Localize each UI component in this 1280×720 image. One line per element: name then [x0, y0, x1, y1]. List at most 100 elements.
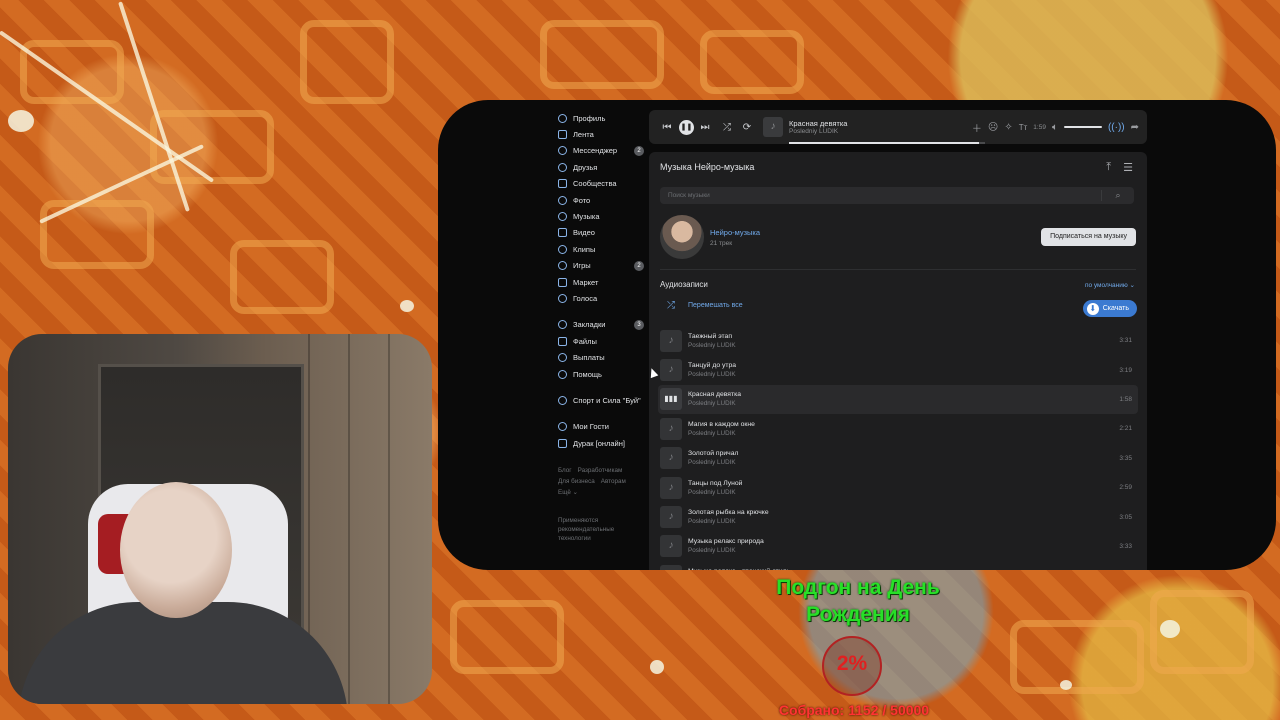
music-note-icon[interactable]: ♪	[660, 329, 682, 352]
track-title[interactable]: Танцы под Луной	[688, 480, 742, 487]
counter-badge: 2	[634, 260, 644, 271]
track-row[interactable]: ♪ Таежный этап Posledniy LUDIK 3:31	[658, 326, 1138, 355]
sidebar-item[interactable]: Выплаты	[558, 349, 644, 365]
add-icon[interactable]: ＋	[972, 120, 982, 135]
music-note-icon[interactable]: ♪	[660, 506, 682, 529]
track-artist[interactable]: Posledniy LUDIK	[688, 342, 736, 349]
sidebar-item[interactable]: Дурак [онлайн]	[558, 435, 644, 451]
music-note-icon[interactable]: ♪	[660, 359, 682, 382]
footer-link-business[interactable]: Для бизнеса	[558, 478, 595, 485]
previous-track-button[interactable]: ⏮	[659, 119, 675, 135]
sidebar-item[interactable]: Мои Гости	[558, 419, 644, 435]
repeat-icon[interactable]: ⟳	[739, 119, 755, 135]
track-artist[interactable]: Posledniy LUDIK	[688, 489, 742, 496]
sidebar-item[interactable]: Спорт и Сила "Буй"	[558, 392, 644, 408]
track-artist[interactable]: Posledniy LUDIK	[688, 371, 736, 378]
sidebar-item-label: Закладки	[573, 320, 606, 330]
avatar[interactable]	[660, 215, 704, 259]
playback-progress-bar[interactable]	[789, 142, 985, 144]
track-title[interactable]: Магия в каждом окне	[688, 421, 755, 428]
donation-goal-title: Подгон на День Рождения	[776, 576, 940, 626]
sidebar-item-label: Мои Гости	[573, 422, 609, 432]
track-row[interactable]: ♪ Танцуй до утра Posledniy LUDIK 3:19	[658, 355, 1138, 384]
sidebar-item-label: Профиль	[573, 113, 606, 123]
payouts-icon	[558, 353, 567, 363]
music-note-icon[interactable]: ♪	[660, 564, 682, 570]
track-duration: 2:59	[1119, 484, 1132, 492]
sidebar-item[interactable]: Музыка	[558, 208, 644, 224]
track-artist[interactable]: Posledniy LUDIK	[688, 459, 738, 466]
track-artist[interactable]: Posledniy LUDIK	[688, 547, 764, 554]
track-title[interactable]: Золотой причал	[688, 450, 738, 457]
footer-link-developers[interactable]: Разработчикам	[578, 467, 623, 474]
music-note-icon[interactable]: ♪	[660, 447, 682, 470]
track-artist[interactable]: Posledniy LUDIK	[688, 400, 741, 407]
track-row[interactable]: ♪ Магия в каждом окне Posledniy LUDIK 2:21	[658, 414, 1138, 443]
shuffle-icon[interactable]: ⤮	[719, 119, 735, 135]
track-row[interactable]: ♪ Золотая рыбка на крючке Posledniy LUDIK 3…	[658, 502, 1138, 531]
upload-icon[interactable]: ⤒	[1106, 161, 1111, 174]
track-title[interactable]: Таежный этап	[688, 333, 736, 340]
sidebar-item[interactable]: Закладки 3	[558, 317, 644, 333]
sidebar-item[interactable]: Файлы	[558, 333, 644, 349]
section-title: Аудиозаписи	[660, 280, 708, 289]
sort-dropdown[interactable]: по умолчанию ⌄	[1085, 281, 1135, 289]
footer-link-authors[interactable]: Авторам	[601, 478, 626, 485]
next-track-button[interactable]: ⏭	[697, 119, 713, 135]
owner-track-count: 21 трек	[710, 239, 733, 247]
shuffle-all-button[interactable]: ⤮ Перемешать все	[660, 300, 743, 311]
group-icon	[558, 395, 567, 405]
sidebar-item[interactable]: Фото	[558, 192, 644, 208]
sparkle-icon[interactable]: ✧	[1004, 122, 1012, 133]
search-icon[interactable]: ⌕	[1101, 190, 1134, 201]
search-input[interactable]	[660, 191, 1101, 200]
music-note-icon[interactable]: ♪	[660, 476, 682, 499]
track-title[interactable]: Золотая рыбка на крючке	[688, 509, 769, 516]
volume-icon[interactable]: 🔈︎	[1052, 122, 1058, 133]
broadcast-icon[interactable]: ((·))	[1108, 122, 1125, 133]
track-artist[interactable]: Posledniy LUDIK	[688, 430, 755, 437]
footer-link-blog[interactable]: Блог	[558, 467, 572, 474]
lyrics-icon[interactable]: Tт	[1019, 123, 1028, 132]
sidebar-item-label: Клипы	[573, 244, 596, 254]
music-note-icon[interactable]: ♪	[660, 535, 682, 558]
share-icon[interactable]: ➦	[1131, 122, 1139, 133]
track-title[interactable]: Красная девятка	[688, 391, 741, 398]
sidebar-item[interactable]: Сообщества	[558, 176, 644, 192]
footer-link-more[interactable]: Ещё ⌄	[558, 489, 578, 496]
sidebar-item[interactable]: Голоса	[558, 290, 644, 306]
track-row[interactable]: ♪Музыка релакс - японский стильPosledniy…	[658, 561, 1138, 570]
sidebar-item[interactable]: Клипы	[558, 241, 644, 257]
track-row[interactable]: ▮▮▮ Красная девятка Posledniy LUDIK 1:58	[658, 384, 1138, 415]
sidebar-item[interactable]: Игры 2	[558, 258, 644, 274]
sidebar-item[interactable]: Мессенджер 2	[558, 143, 644, 159]
pause-button[interactable]: ❚❚	[679, 119, 694, 135]
track-list: ♪ Таежный этап Posledniy LUDIK 3:31 ♪ Танцуй …	[658, 326, 1138, 570]
now-playing-artist[interactable]: Posledniy LUDIK	[789, 128, 929, 135]
track-title[interactable]: Музыка релакс - японский стиль	[688, 568, 790, 570]
equalizer-icon[interactable]: ▮▮▮	[660, 388, 682, 411]
owner-name[interactable]: Нейро-музыка	[710, 228, 760, 237]
sidebar-item[interactable]: Видео	[558, 225, 644, 241]
sidebar-item[interactable]: Маркет	[558, 274, 644, 290]
track-row[interactable]: ♪ Золотой причал Posledniy LUDIK 3:35	[658, 444, 1138, 473]
subscribe-button[interactable]: Подписаться на музыку	[1041, 228, 1136, 246]
track-row[interactable]: ♪ Танцы под Луной Posledniy LUDIK 2:59	[658, 473, 1138, 502]
track-title[interactable]: Музыка релакс природа	[688, 538, 764, 545]
dislike-icon[interactable]: ☹	[988, 122, 998, 133]
cards-icon	[558, 438, 567, 448]
volume-slider[interactable]	[1063, 126, 1102, 128]
track-row[interactable]: ♪ Музыка релакс природа Posledniy LUDIK 3:3…	[658, 532, 1138, 561]
sidebar-item[interactable]: Лента	[558, 126, 644, 142]
track-artist[interactable]: Posledniy LUDIK	[688, 518, 769, 525]
video-icon	[558, 228, 567, 238]
sidebar-item[interactable]: Друзья	[558, 159, 644, 175]
sidebar-item-label: Выплаты	[573, 353, 605, 363]
sidebar-item[interactable]: Профиль	[558, 110, 644, 126]
now-playing-title[interactable]: Красная девятка	[789, 119, 929, 128]
sidebar-item[interactable]: Помощь	[558, 366, 644, 382]
download-button[interactable]: ⬇ Скачать	[1082, 300, 1137, 317]
track-title[interactable]: Танцуй до утра	[688, 362, 736, 369]
playlist-add-icon[interactable]: ☰	[1123, 161, 1133, 174]
music-note-icon[interactable]: ♪	[660, 417, 682, 440]
